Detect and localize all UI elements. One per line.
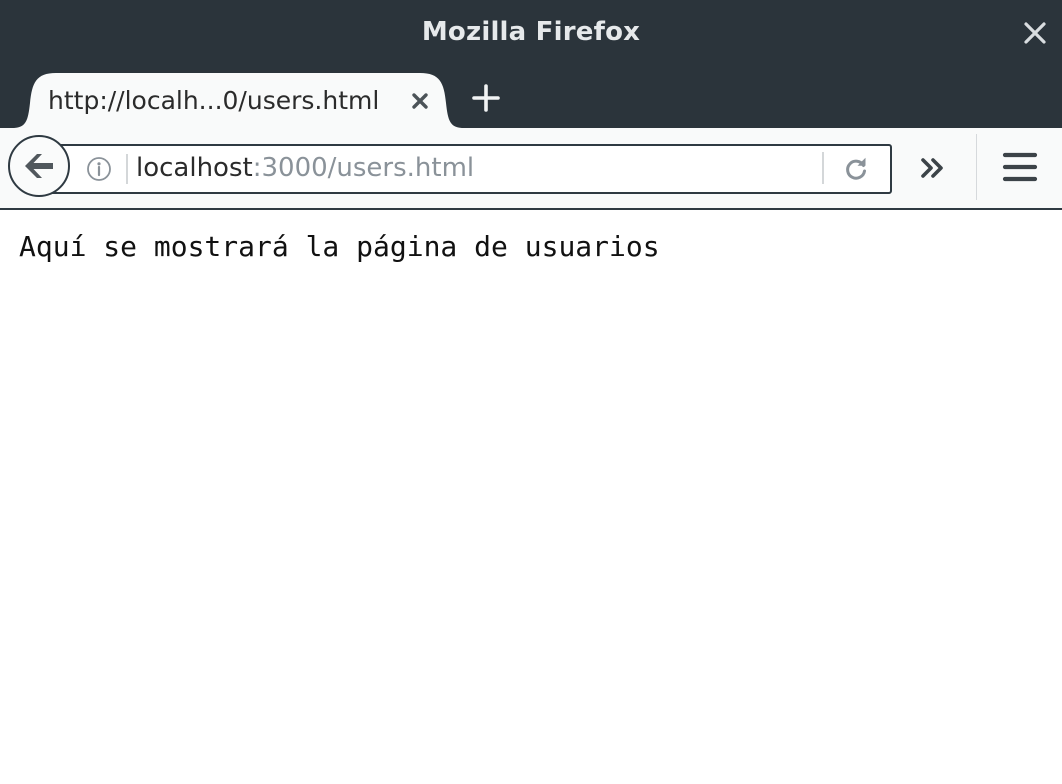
tab-label: http://localh...0/users.html xyxy=(48,86,380,115)
page-body-text: Aquí se mostrará la página de usuarios xyxy=(19,230,660,263)
close-tab-icon[interactable] xyxy=(408,89,432,113)
url-separator xyxy=(126,154,128,184)
window-close-button[interactable] xyxy=(1020,16,1050,50)
close-icon xyxy=(1024,22,1046,44)
url-text[interactable]: localhost:3000/users.html xyxy=(136,153,474,183)
tab-strip: http://localh...0/users.html xyxy=(0,68,1062,128)
chevron-double-right-icon[interactable] xyxy=(918,152,950,184)
page-content: Aquí se mostrará la página de usuarios xyxy=(0,210,1062,784)
window-titlebar: Mozilla Firefox xyxy=(0,0,1062,68)
info-icon[interactable] xyxy=(86,156,112,182)
reload-icon[interactable] xyxy=(842,155,870,183)
navigation-toolbar: localhost:3000/users.html xyxy=(0,128,1062,210)
reload-separator xyxy=(822,152,824,184)
window-title: Mozilla Firefox xyxy=(421,17,641,47)
hamburger-menu-icon[interactable] xyxy=(1002,150,1038,184)
url-bar[interactable]: localhost:3000/users.html xyxy=(40,144,892,194)
back-arrow-icon xyxy=(25,154,53,178)
url-path: :3000/users.html xyxy=(252,153,475,183)
url-host: localhost xyxy=(136,153,253,183)
back-button[interactable] xyxy=(8,135,70,197)
tab-users[interactable]: http://localh...0/users.html xyxy=(12,73,464,128)
toolbar-divider xyxy=(976,134,977,200)
plus-icon[interactable] xyxy=(470,82,502,114)
